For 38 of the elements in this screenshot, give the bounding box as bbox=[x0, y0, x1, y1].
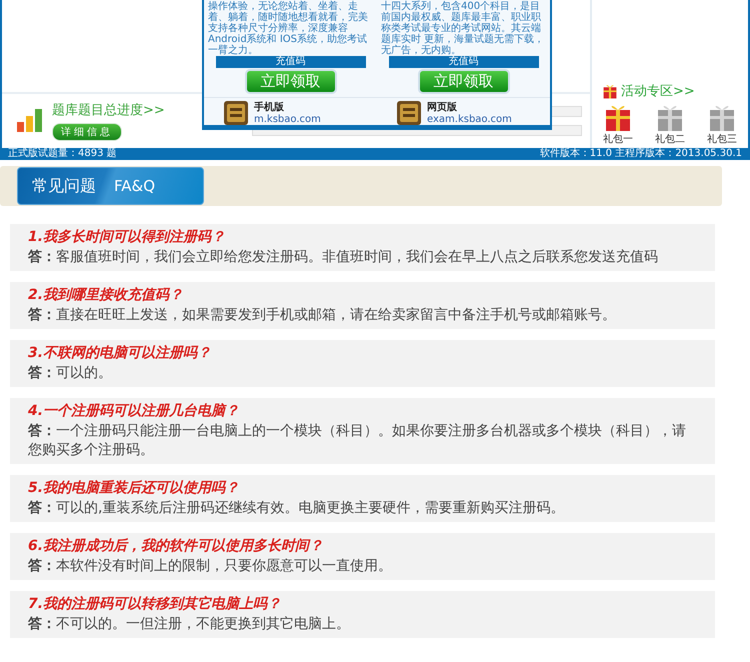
promo-description: 十四大系列，包含400个科目，是目前国内最权威、题库最丰富、职业职称类考试最专业的考试网站。其云端题库实时 更新，海量试题无需下载，无广告，无内购。 bbox=[380, 0, 546, 56]
faq-answer: 答：一个注册码只能注册一台电脑上的一个模块（科目）。如果你要注册多台机器或多个模块（科目），请您购买多个注册码。 bbox=[28, 422, 687, 460]
faq-question: 4.一个注册码可以注册几台电脑？ bbox=[28, 402, 240, 421]
question-count: 正式版试题量：4893 题 bbox=[8, 148, 117, 160]
claim-button[interactable]: 立即领取 bbox=[244, 69, 336, 94]
bar-chart-icon bbox=[16, 108, 44, 134]
app-icon bbox=[224, 100, 248, 124]
gift-label: 礼包一 bbox=[603, 132, 633, 146]
faq-answer: 答：客服值班时间，我们会立即给您发注册码。非值班时间，我们会在早上八点之后联系您发送充值码 bbox=[28, 248, 659, 267]
code-bar: 充值码 bbox=[216, 56, 366, 68]
faq-subtitle: FA&Q bbox=[114, 177, 156, 195]
faq-answer: 答：本软件没有时间上的限制，只要你愿意可以一直使用。 bbox=[28, 557, 393, 576]
claim-button[interactable]: 立即领取 bbox=[418, 69, 510, 94]
faq-question: 1.我多长时间可以得到注册码？ bbox=[28, 228, 226, 247]
gift-label: 礼包二 bbox=[655, 132, 685, 146]
promo-description: 操作体验，无论您站着、坐着、走着、躺着，随时随地想看就看，完美支持各种尺寸分辨率，深度兼容Android系统和 IOS系统，助您考试一臂之力。 bbox=[207, 0, 369, 56]
faq-question: 6.我注册成功后，我的软件可以使用多长时间？ bbox=[28, 537, 324, 556]
edition-url[interactable]: exam.ksbao.com bbox=[427, 114, 512, 125]
gift-label: 礼包三 bbox=[707, 132, 737, 146]
code-bar: 充值码 bbox=[388, 56, 538, 68]
faq-answer: 答：不可以的。一但注册，不能更换到其它电脑上。 bbox=[28, 615, 351, 634]
faq-question: 5.我的电脑重装后还可以使用吗？ bbox=[28, 479, 240, 498]
gift-icon bbox=[602, 83, 618, 99]
faq-question: 2.我到哪里接收充值码？ bbox=[28, 286, 184, 305]
progress-title[interactable]: 题库题目总进度>> bbox=[52, 101, 165, 119]
edition-url[interactable]: m.ksbao.com bbox=[254, 114, 321, 125]
faq-answer: 答：可以的,重装系统后注册码还继续有效。电脑更换主要硬件，需要重新购买注册码。 bbox=[28, 499, 566, 518]
faq-question: 7.我的注册码可以转移到其它电脑上吗？ bbox=[28, 595, 282, 614]
faq-question: 3.不联网的电脑可以注册吗？ bbox=[28, 344, 212, 363]
faq-answer: 答：直接在旺旺上发送，如果需要发到手机或邮箱，请在给卖家留言中备注手机号或邮箱账号。 bbox=[28, 306, 617, 325]
edition-name: 网页版 bbox=[427, 100, 458, 114]
edition-name: 手机版 bbox=[254, 100, 285, 114]
details-button[interactable]: 详细信息 bbox=[52, 123, 122, 141]
faq-answer: 答：可以的。 bbox=[28, 364, 113, 383]
app-icon bbox=[397, 100, 421, 124]
activity-title[interactable]: 活动专区>> bbox=[621, 82, 695, 100]
faq-title: 常见问题 bbox=[32, 176, 96, 196]
version-text: 软件版本：11.0 主程序版本：2013.05.30.1 bbox=[540, 148, 742, 160]
